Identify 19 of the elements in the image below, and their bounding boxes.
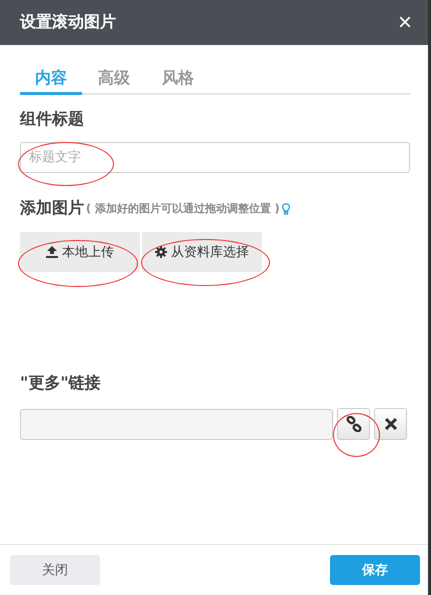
upload-icon [46,246,58,258]
gear-icon [155,246,167,258]
dialog-title: 设置滚动图片 [20,12,116,33]
link-button[interactable] [337,408,370,440]
link-input-field[interactable] [20,408,333,440]
section-label: 添加图片 [20,198,84,219]
close-dialog-button[interactable]: 关闭 [10,555,100,585]
clear-button[interactable] [374,408,407,440]
section-label: 组件标题 [20,109,84,130]
close-button[interactable]: × [394,10,416,34]
hint-text: ( 添加好的图片可以通过拖动调整位置 ) [86,201,280,216]
annotation-ellipse [333,413,380,457]
lightbulb-icon [282,202,290,214]
title-input-field[interactable]: 标题文字 [20,142,410,173]
upload-button[interactable]: 本地上传 [20,232,140,272]
library-button[interactable]: 从资料库选择 [142,232,262,272]
section-label: "更多"链接 [20,373,101,394]
link-icon [346,416,362,432]
cross-icon [384,418,396,430]
